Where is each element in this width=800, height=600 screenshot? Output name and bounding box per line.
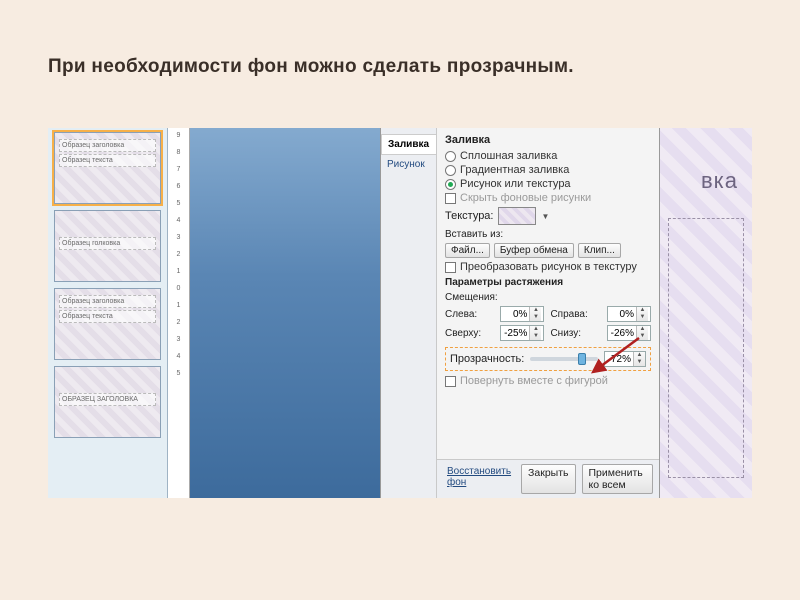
radio-gradient-fill[interactable]: Градиентная заливка <box>445 164 651 176</box>
texture-label: Текстура: <box>445 210 494 222</box>
radio-label: Рисунок или текстура <box>460 178 571 190</box>
slide-thumb[interactable]: Образец заголовка Образец текста <box>54 132 161 204</box>
clipboard-button[interactable]: Буфер обмена <box>494 243 574 258</box>
transparency-input[interactable]: ▲▼ <box>604 351 646 367</box>
tab-picture[interactable]: Рисунок <box>381 155 436 174</box>
slider-thumb[interactable] <box>578 353 586 365</box>
offset-right-input[interactable]: ▲▼ <box>607 306 651 322</box>
radio-solid-fill[interactable]: Сплошная заливка <box>445 150 651 162</box>
check-label: Преобразовать рисунок в текстуру <box>460 261 637 273</box>
slide-thumb[interactable]: Образец голковка <box>54 210 161 282</box>
slide-canvas-preview: вка <box>660 128 752 498</box>
thumb-title: Образец заголовка <box>59 295 156 308</box>
check-rotate-with-shape: Повернуть вместе с фигурой <box>445 375 651 387</box>
chevron-down-icon[interactable]: ▼ <box>542 212 550 221</box>
dialog-side-tabs: Заливка Рисунок <box>381 128 437 498</box>
offset-bottom-input[interactable]: ▲▼ <box>607 325 651 341</box>
offset-top-input[interactable]: ▲▼ <box>500 325 544 341</box>
clip-button[interactable]: Клип... <box>578 243 621 258</box>
page-caption: При необходимости фон можно сделать проз… <box>48 56 574 78</box>
close-button[interactable]: Закрыть <box>521 464 575 494</box>
thumb-title: Образец голковка <box>59 237 156 250</box>
format-background-dialog: Заливка Рисунок Заливка Сплошная заливка… <box>380 128 660 498</box>
offset-grid: Слева: ▲▼ Справа: ▲▼ Сверху: ▲▼ Снизу: ▲… <box>445 306 651 341</box>
stretch-heading: Параметры растяжения <box>445 277 651 288</box>
check-label: Повернуть вместе с фигурой <box>460 375 608 387</box>
texture-swatch[interactable] <box>498 207 536 225</box>
vertical-ruler: 987654321012345 <box>168 128 190 498</box>
offset-bottom-label: Снизу: <box>550 328 601 339</box>
offset-left-input[interactable]: ▲▼ <box>500 306 544 322</box>
check-label: Скрыть фоновые рисунки <box>460 192 591 204</box>
check-tile-picture[interactable]: Преобразовать рисунок в текстуру <box>445 261 651 273</box>
slide-thumb[interactable]: ОБРАЗЕЦ ЗАГОЛОВКА <box>54 366 161 438</box>
slide-edit-area[interactable] <box>190 128 380 498</box>
app-screenshot: Образец заголовка Образец текста Образец… <box>48 128 752 498</box>
tab-fill[interactable]: Заливка <box>381 134 436 155</box>
dialog-body: Заливка Сплошная заливка Градиентная зал… <box>437 128 659 498</box>
offset-left-label: Слева: <box>445 309 494 320</box>
reset-background-button[interactable]: Восстановить фон <box>443 464 515 494</box>
slide-thumb[interactable]: Образец заголовка Образец текста <box>54 288 161 360</box>
offset-right-label: Справа: <box>550 309 601 320</box>
transparency-slider[interactable] <box>530 357 598 361</box>
apply-all-button[interactable]: Применить ко всем <box>582 464 654 494</box>
fill-heading: Заливка <box>445 134 651 146</box>
slide-thumbnails-panel: Образец заголовка Образец текста Образец… <box>48 128 168 498</box>
transparency-row: Прозрачность: ▲▼ <box>445 347 651 371</box>
file-button[interactable]: Файл... <box>445 243 490 258</box>
radio-picture-texture[interactable]: Рисунок или текстура <box>445 178 651 190</box>
transparency-label: Прозрачность: <box>450 353 524 365</box>
thumb-title: ОБРАЗЕЦ ЗАГОЛОВКА <box>59 393 156 406</box>
content-placeholder <box>668 218 744 478</box>
thumb-body: Образец текста <box>59 154 156 167</box>
radio-label: Градиентная заливка <box>460 164 569 176</box>
slide-title-fragment: вка <box>701 168 738 194</box>
thumb-body: Образец текста <box>59 310 156 323</box>
check-hide-bg-graphics[interactable]: Скрыть фоновые рисунки <box>445 192 651 204</box>
radio-label: Сплошная заливка <box>460 150 557 162</box>
dialog-footer: Восстановить фон Закрыть Применить ко вс… <box>437 459 659 498</box>
thumb-title: Образец заголовка <box>59 139 156 152</box>
insert-from-label: Вставить из: <box>445 229 651 240</box>
offset-label: Смещения: <box>445 292 651 303</box>
offset-top-label: Сверху: <box>445 328 494 339</box>
